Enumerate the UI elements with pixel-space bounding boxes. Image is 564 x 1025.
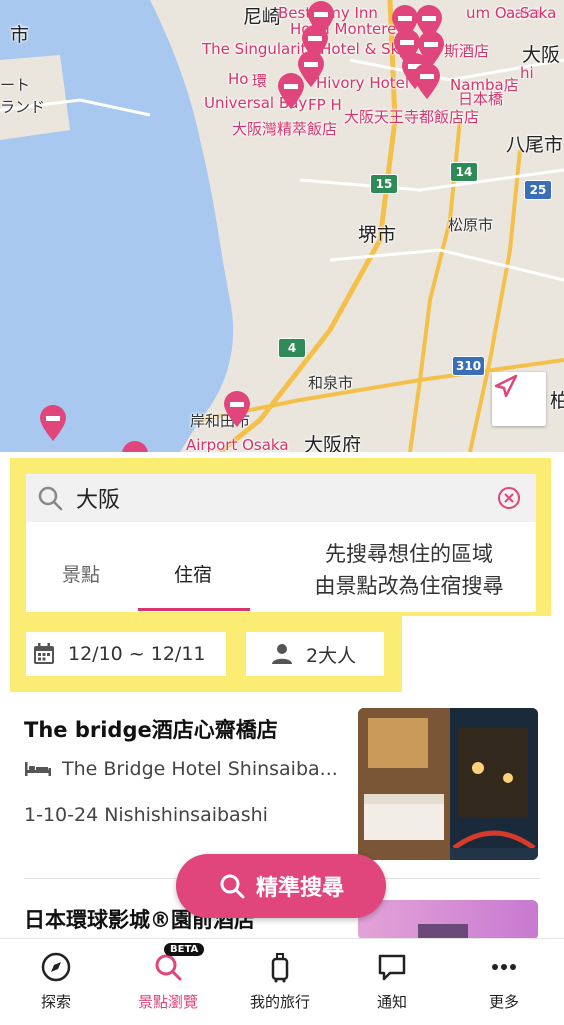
map-label: 大阪府 — [304, 434, 362, 452]
my-location-button[interactable] — [492, 372, 546, 426]
hotel-pin-icon[interactable] — [38, 404, 68, 442]
nav-item-explore[interactable]: 探索 — [0, 939, 112, 1025]
hotel-pin-icon[interactable] — [276, 72, 306, 110]
search-input[interactable]: 大阪 — [26, 474, 536, 522]
route-shield: 25 — [524, 180, 552, 200]
hotel-result-card[interactable]: The bridge酒店心齋橋店 The Bridge Hotel Shinsa… — [0, 700, 564, 872]
hotel-english-name: The Bridge Hotel Shinsaiba... — [62, 758, 338, 780]
map-label: 大阪 — [522, 44, 561, 66]
poi-label[interactable]: FP H — [308, 96, 342, 114]
hotel-name: The bridge酒店心齋橋店 — [24, 718, 278, 742]
route-shield: 15 — [370, 174, 398, 194]
advanced-search-button[interactable]: 精準搜尋 — [176, 854, 386, 918]
map-label: 柏 — [550, 390, 564, 412]
poi-label[interactable]: Ho — [228, 70, 248, 88]
map-label: 松原市 — [448, 216, 494, 234]
hotel-pin-icon[interactable] — [412, 62, 442, 100]
hotel-pin-icon[interactable] — [222, 390, 252, 428]
nav-label: 景點瀏覽 — [137, 993, 198, 1011]
beta-badge: BETA — [164, 943, 205, 956]
bed-icon — [25, 762, 51, 776]
nav-item-more[interactable]: 更多 — [448, 939, 560, 1025]
map-view[interactable]: 尼崎 市 ート ランド 大阪 八尾市 堺市 松原市 和泉市 大阪府 岸和田市 柏… — [0, 0, 564, 452]
active-tab-indicator — [138, 608, 250, 611]
poi-label[interactable]: 大阪灣精萃飯店 — [232, 118, 337, 139]
route-shield: 4 — [278, 338, 306, 358]
nav-label: 更多 — [488, 993, 519, 1011]
search-icon — [220, 874, 245, 899]
search-value: 大阪 — [76, 488, 121, 513]
guests-button[interactable]: 2大人 — [246, 632, 384, 676]
poi-label[interactable]: Airport Osaka — [186, 436, 289, 452]
poi-label[interactable]: a Saka — [506, 4, 556, 22]
nav-label: 通知 — [376, 993, 407, 1011]
nav-label: 我的旅行 — [249, 993, 310, 1011]
map-label: 八尾市 — [506, 134, 564, 156]
compass-icon — [41, 952, 71, 982]
guests-label: 2大人 — [306, 644, 357, 667]
hotel-english-name-row: The Bridge Hotel Shinsaiba... — [24, 758, 338, 780]
advanced-search-label: 精準搜尋 — [255, 876, 344, 901]
annotation-text: 先搜尋想住的區域 由景點改為住宿搜尋 — [284, 538, 534, 602]
annotation-line: 由景點改為住宿搜尋 — [314, 574, 504, 598]
map-label: ランド — [0, 98, 46, 116]
map-label: 尼崎 — [243, 6, 282, 28]
search-icon — [38, 486, 63, 511]
person-icon — [272, 644, 292, 664]
bottom-navigation: 探索 BETA 景點瀏覽 我的旅行 通知 更多 — [0, 938, 564, 1025]
chat-bubble-icon — [378, 954, 406, 981]
poi-label[interactable]: 大阪天王寺都飯店店 — [344, 106, 479, 127]
route-shield: 310 — [452, 356, 486, 376]
map-label: ート — [0, 76, 31, 94]
map-label: 市 — [10, 24, 30, 46]
hotel-thumbnail — [358, 900, 538, 940]
poi-label[interactable]: Hivory Hotel — [316, 74, 409, 92]
annotation-line: 先搜尋想住的區域 — [325, 542, 493, 566]
tab-accommodation[interactable]: 住宿 — [174, 560, 212, 587]
hotel-pin-icon[interactable] — [120, 440, 150, 452]
luggage-icon — [271, 953, 289, 983]
poi-label[interactable]: 斯酒店 — [444, 40, 489, 61]
date-range-label: 12/10 ~ 12/11 — [68, 643, 206, 665]
hotel-address: 1-10-24 Nishishinsaibashi — [24, 804, 268, 826]
nav-item-notifications[interactable]: 通知 — [336, 939, 448, 1025]
category-tabs: 景點 住宿 先搜尋想住的區域 由景點改為住宿搜尋 — [26, 530, 536, 612]
tab-attractions[interactable]: 景點 — [62, 560, 100, 587]
hotel-thumbnail — [358, 708, 538, 860]
poi-label[interactable]: 環 — [252, 70, 267, 91]
more-dots-icon — [492, 964, 516, 970]
map-label: 堺市 — [358, 224, 397, 246]
poi-label[interactable]: hi — [520, 64, 534, 82]
date-range-button[interactable]: 12/10 ~ 12/11 — [26, 632, 226, 676]
nav-item-my-trips[interactable]: 我的旅行 — [224, 939, 336, 1025]
nav-label: 探索 — [40, 993, 71, 1011]
clear-circle-icon[interactable] — [496, 485, 522, 511]
nav-item-attractions-browse[interactable]: BETA 景點瀏覽 — [112, 939, 224, 1025]
navigation-arrow-icon — [494, 374, 518, 398]
calendar-icon — [34, 643, 54, 664]
route-shield: 14 — [450, 162, 478, 182]
map-label: 和泉市 — [308, 374, 354, 392]
